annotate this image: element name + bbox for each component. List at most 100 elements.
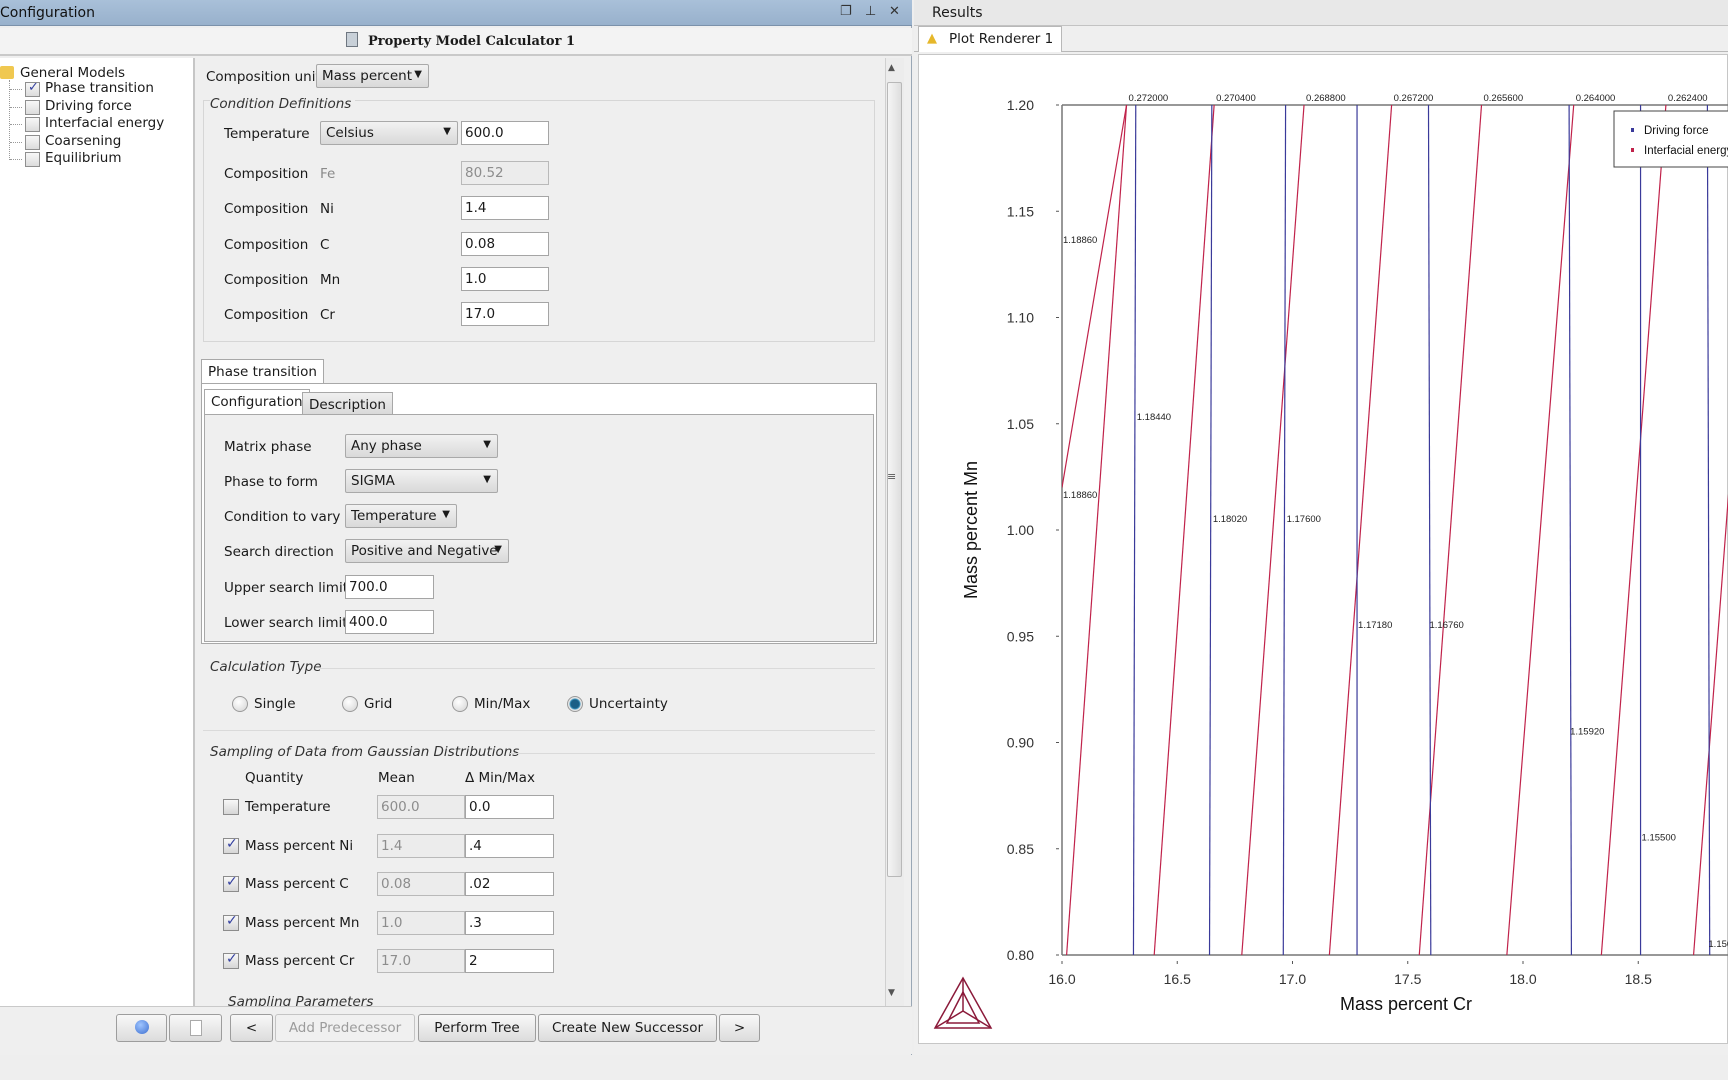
temperature-unit-dropdown[interactable]: Celsius ▼ [320, 121, 458, 145]
sampling-checkbox[interactable] [223, 799, 239, 815]
radio-min-max[interactable] [452, 696, 468, 712]
upper-search-limit-input[interactable]: 700.0 [345, 575, 434, 599]
chevron-down-icon: ▼ [442, 509, 450, 520]
tree-item[interactable]: Coarsening [45, 133, 121, 149]
next-button[interactable]: > [719, 1014, 760, 1042]
tree-root-general-models[interactable]: General Models [20, 65, 125, 81]
tree-item[interactable]: Equilibrium [45, 150, 122, 166]
sampling-mean: 1.4 [377, 833, 465, 858]
close-icon[interactable]: ✕ [889, 4, 900, 19]
header-quantity: Quantity [245, 770, 304, 786]
new-document-button[interactable] [169, 1014, 222, 1042]
radio-label[interactable]: Uncertainty [589, 696, 668, 712]
tree-checkbox[interactable] [25, 80, 40, 97]
window-title: Configuration [0, 5, 95, 21]
x-axis-label: Mass percent Cr [1340, 994, 1472, 1014]
composition-input[interactable]: 1.4 [461, 196, 549, 221]
y-tick-label: 1.00 [1007, 522, 1034, 538]
help-button[interactable] [116, 1014, 167, 1042]
tree-item[interactable]: Phase transition [45, 80, 154, 96]
separator [320, 668, 875, 669]
tab-phase-transition[interactable]: Phase transition [201, 359, 324, 384]
sampling-delta-input[interactable]: 0.0 [465, 795, 554, 819]
results-titlebar[interactable]: Results [914, 0, 1728, 26]
sampling-checkbox[interactable] [223, 836, 239, 854]
x-tick-label: 17.5 [1394, 971, 1421, 987]
sampling-delta-input[interactable]: .02 [465, 872, 554, 897]
pin-icon[interactable]: ⊥ [865, 4, 876, 19]
search-direction-dropdown[interactable]: Positive and Negative ▼ [345, 539, 509, 563]
phase-to-form-dropdown[interactable]: SIGMA ▼ [345, 469, 498, 493]
radio-label[interactable]: Single [254, 696, 296, 712]
sampling-delta-input[interactable]: .4 [465, 833, 554, 858]
tab-plot-renderer[interactable]: ▲ Plot Renderer 1 [918, 26, 1063, 52]
composition-input[interactable]: 17.0 [461, 302, 549, 327]
composition-label: Composition [224, 201, 309, 218]
interfacial-energy-contour [1153, 105, 1215, 955]
x-tick-label: 16.0 [1048, 971, 1075, 987]
composition-element: Fe [320, 166, 336, 182]
radio-single[interactable] [232, 696, 248, 712]
tree-item[interactable]: Interfacial energy [45, 115, 164, 131]
composition-input[interactable]: 1.0 [461, 266, 549, 291]
composition-label: Composition [224, 307, 309, 324]
phase-to-form-value: SIGMA [351, 473, 395, 489]
tree-checkbox[interactable] [25, 134, 40, 150]
create-new-successor-button[interactable]: Create New Successor [538, 1014, 717, 1042]
chevron-down-icon: ▼ [443, 126, 451, 137]
y-tick-label: 0.80 [1007, 947, 1034, 963]
composition-label: Composition [224, 236, 309, 253]
sampling-checkbox[interactable] [223, 913, 239, 931]
sampling-checkbox[interactable] [223, 951, 239, 970]
radio-uncertainty[interactable] [567, 696, 583, 712]
folder-icon [0, 66, 14, 79]
condition-to-vary-dropdown[interactable]: Temperature ▼ [345, 504, 457, 528]
tree-checkbox[interactable] [25, 99, 40, 115]
tab-configuration[interactable]: Configuration [204, 389, 310, 415]
header-mean: Mean [378, 770, 415, 786]
sampling-delta-input[interactable]: .3 [465, 910, 554, 935]
tree-connector [10, 106, 22, 108]
restore-icon[interactable]: ❐ [840, 4, 852, 19]
temperature-input[interactable]: 600.0 [461, 121, 549, 145]
driving-force-label: 1.18860 [1063, 490, 1097, 501]
tree-checkbox[interactable] [25, 152, 40, 167]
legend-entry: Driving force [1644, 125, 1709, 137]
radio-grid[interactable] [342, 696, 358, 712]
sampling-delta-input[interactable]: 2 [465, 949, 554, 974]
search-direction-value: Positive and Negative [351, 543, 498, 559]
composition-input[interactable]: 80.52 [461, 161, 549, 185]
composition-input[interactable]: 0.08 [461, 231, 549, 256]
configuration-titlebar[interactable]: Configuration ❐ ⊥ ✕ [0, 0, 912, 26]
tab-description[interactable]: Description [302, 392, 393, 415]
contour-lines [1062, 105, 1728, 955]
perform-tree-button[interactable]: Perform Tree [418, 1014, 536, 1042]
status-strip [0, 1055, 1728, 1080]
tree-checkbox[interactable] [25, 117, 40, 132]
lower-search-limit-input[interactable]: 400.0 [345, 610, 434, 634]
previous-button[interactable]: < [230, 1014, 273, 1042]
sampling-checkbox[interactable] [223, 874, 239, 893]
condition-definitions-title: Condition Definitions [210, 96, 356, 112]
driving-force-label: 1.15920 [1570, 726, 1604, 737]
composition-unit-dropdown[interactable]: Mass percent ▼ [316, 64, 429, 88]
tree-item[interactable]: Driving force [45, 98, 132, 114]
interfacial-energy-contour [1600, 105, 1667, 955]
contour-chart: 16.0 16.5 17.0 17.5 18.0 18.5 0.80 0.85 0.90 0.95… [933, 93, 1728, 1029]
sampling-quantity: Temperature [245, 799, 331, 815]
sampling-quantity: Mass percent C [245, 876, 349, 893]
add-predecessor-button[interactable]: Add Predecessor [275, 1014, 415, 1042]
legend-entry: Interfacial energy [1644, 145, 1728, 157]
sampling-mean: 1.0 [377, 910, 465, 935]
matrix-phase-dropdown[interactable]: Any phase ▼ [345, 434, 498, 458]
separator [510, 753, 875, 754]
composition-element: Cr [320, 307, 335, 324]
scroll-down-icon[interactable]: ▼ [888, 988, 895, 998]
composition-label: Composition [224, 166, 309, 182]
radio-label[interactable]: Grid [364, 696, 392, 712]
driving-force-label: 1.18440 [1137, 412, 1171, 423]
radio-label[interactable]: Min/Max [474, 696, 530, 712]
driving-force-contour [1282, 105, 1287, 955]
scroll-up-icon[interactable]: ▲ [888, 63, 895, 73]
results-title: Results [932, 5, 983, 21]
